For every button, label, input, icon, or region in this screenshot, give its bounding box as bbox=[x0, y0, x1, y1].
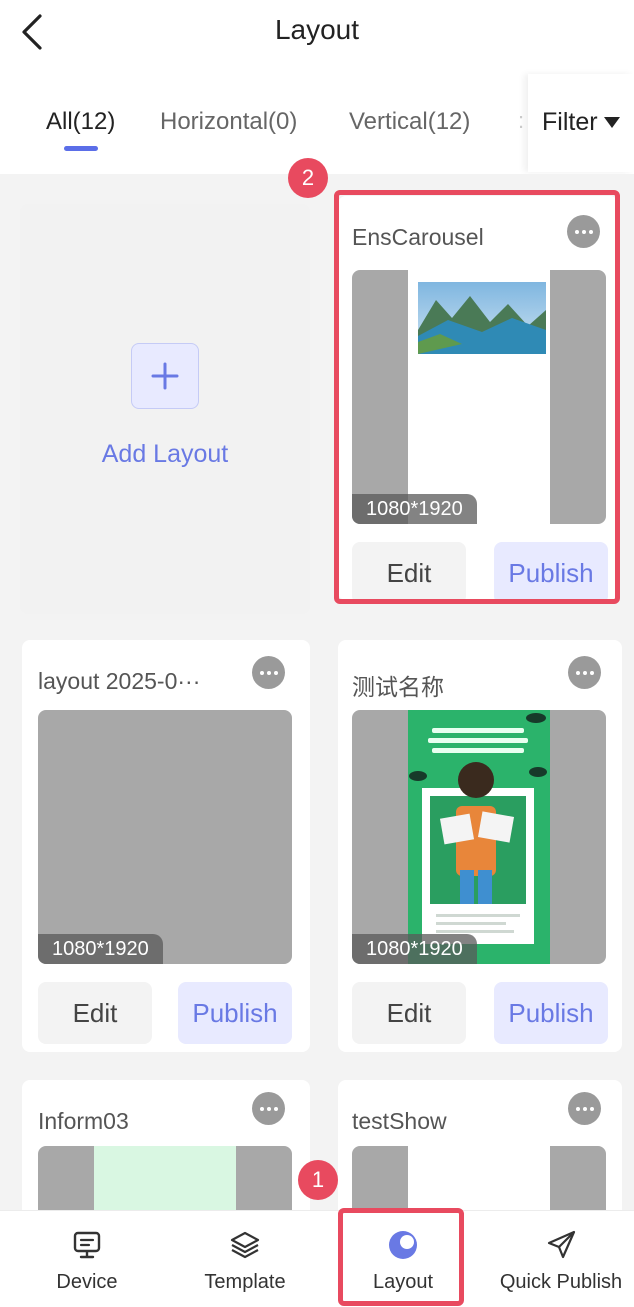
nav-label: Device bbox=[56, 1271, 118, 1293]
layout-thumbnail bbox=[352, 1146, 606, 1210]
filter-button[interactable]: Filter bbox=[542, 108, 620, 137]
monitor-icon bbox=[69, 1227, 105, 1263]
bottom-navigation: Device Template Layout Quick Publish bbox=[0, 1210, 634, 1307]
page-title: Layout bbox=[274, 14, 360, 45]
more-options-icon[interactable] bbox=[568, 656, 601, 689]
poster-preview-image bbox=[408, 710, 550, 964]
layout-thumbnail: 1080*1920 bbox=[38, 710, 292, 964]
tab-horizontal[interactable]: Horizontal(0) bbox=[160, 108, 297, 136]
layout-card-test-name[interactable]: 测试名称 1080*1920 Edit Publish bbox=[338, 640, 622, 1052]
layers-icon bbox=[227, 1227, 263, 1263]
more-options-icon[interactable] bbox=[252, 656, 285, 689]
card-title: Inform03 bbox=[38, 1108, 129, 1134]
edit-button[interactable]: Edit bbox=[38, 982, 152, 1044]
nav-label: Template bbox=[204, 1271, 286, 1293]
active-tab-indicator bbox=[64, 146, 98, 151]
header: Layout bbox=[0, 0, 634, 68]
nav-template[interactable]: Template bbox=[166, 1211, 324, 1307]
card-title: layout 2025-0··· bbox=[38, 668, 201, 694]
layout-card-inform03[interactable]: Inform03 bbox=[22, 1080, 310, 1210]
more-options-icon[interactable] bbox=[568, 1092, 601, 1125]
resolution-badge: 1080*1920 bbox=[352, 934, 477, 964]
highlight-enscarousel-card bbox=[334, 190, 620, 604]
layout-thumbnail bbox=[38, 1146, 292, 1210]
step-badge-2: 2 bbox=[288, 158, 328, 198]
layout-card-layout-2025[interactable]: layout 2025-0··· 1080*1920 Edit Publish bbox=[22, 640, 310, 1052]
tab-all[interactable]: All(12) bbox=[46, 108, 115, 136]
layout-thumbnail: 1080*1920 bbox=[352, 710, 606, 964]
nav-quick-publish[interactable]: Quick Publish bbox=[482, 1211, 634, 1307]
caret-down-icon bbox=[603, 117, 620, 128]
publish-button[interactable]: Publish bbox=[178, 982, 292, 1044]
paper-plane-icon bbox=[543, 1227, 579, 1263]
highlight-layout-nav bbox=[338, 1208, 464, 1306]
step-badge-1: 1 bbox=[298, 1160, 338, 1200]
inform-preview-image bbox=[94, 1146, 236, 1210]
more-options-icon[interactable] bbox=[252, 1092, 285, 1125]
testshow-preview-image bbox=[408, 1146, 550, 1210]
tab-overflow-indicator: : bbox=[518, 108, 525, 133]
add-layout-label: Add Layout bbox=[101, 440, 229, 468]
nav-label: Quick Publish bbox=[499, 1271, 623, 1293]
add-layout-card[interactable]: Add Layout bbox=[20, 204, 310, 614]
card-title: 测试名称 bbox=[352, 674, 444, 700]
layout-card-testshow[interactable]: testShow bbox=[338, 1080, 622, 1210]
publish-button[interactable]: Publish bbox=[494, 982, 608, 1044]
card-title: testShow bbox=[352, 1108, 447, 1134]
filter-label: Filter bbox=[542, 108, 598, 136]
resolution-badge: 1080*1920 bbox=[38, 934, 163, 964]
filter-panel: Filter bbox=[528, 74, 634, 172]
nav-device[interactable]: Device bbox=[8, 1211, 166, 1307]
edit-button[interactable]: Edit bbox=[352, 982, 466, 1044]
plus-icon bbox=[131, 343, 199, 409]
tab-vertical[interactable]: Vertical(12) bbox=[349, 108, 470, 136]
